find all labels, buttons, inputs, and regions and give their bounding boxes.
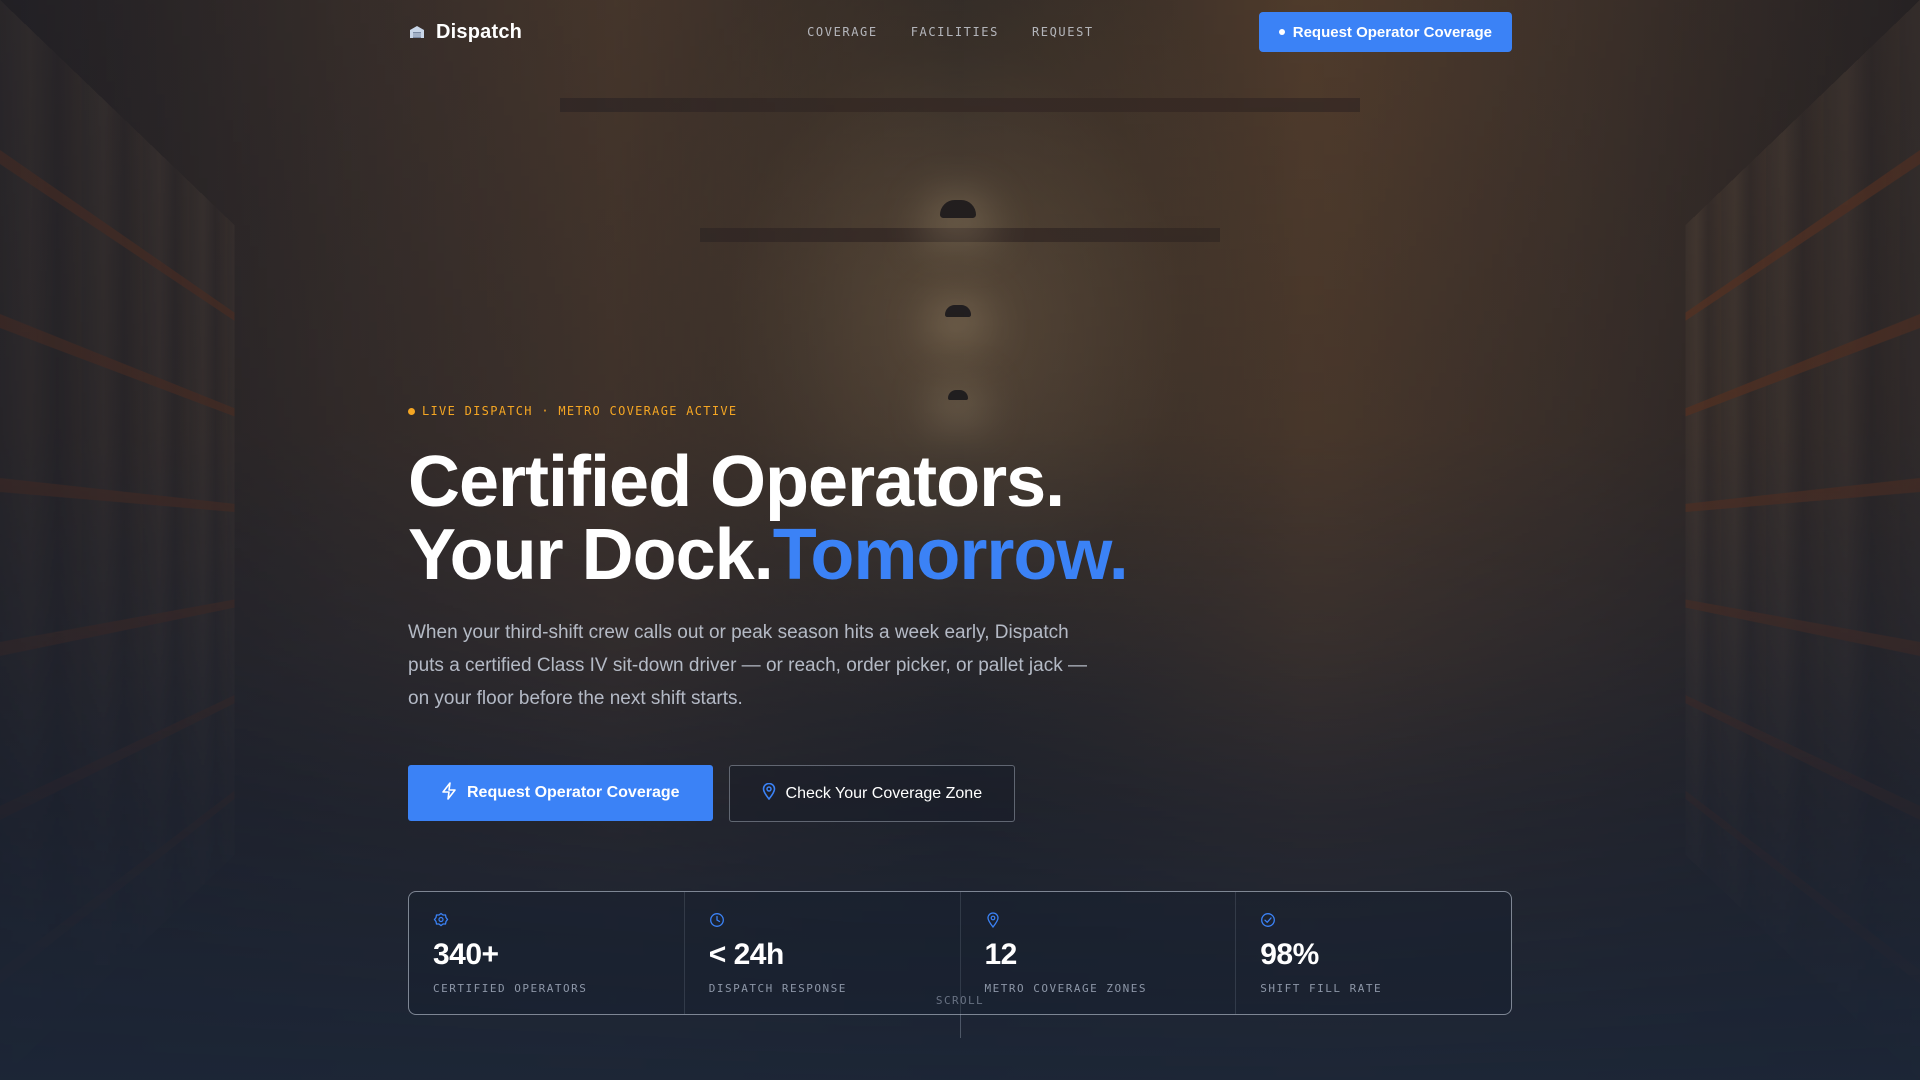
stat-certified-operators: 340+ CERTIFIED OPERATORS	[409, 892, 684, 1014]
warehouse-icon	[408, 23, 426, 41]
stat-label: CERTIFIED OPERATORS	[433, 982, 588, 995]
map-pin-icon	[985, 912, 1001, 929]
nav-link-coverage[interactable]: COVERAGE	[807, 25, 878, 39]
clock-icon	[709, 912, 725, 928]
nav-request-coverage-button[interactable]: Request Operator Coverage	[1258, 12, 1512, 52]
scroll-indicator-label[interactable]: SCROLL	[935, 994, 985, 1007]
brand-name: Dispatch	[436, 20, 523, 43]
stat-value: 340+	[433, 938, 499, 971]
stat-label: METRO COVERAGE ZONES	[984, 982, 1147, 995]
hero-cta-group: Request Operator Coverage Check Your Cov…	[408, 765, 1512, 822]
live-dot-icon	[408, 407, 415, 415]
nav-links: COVERAGE FACILITIES REQUEST	[807, 25, 1094, 39]
stat-label: SHIFT FILL RATE	[1260, 982, 1383, 995]
hero-subheadline: When your third-shift crew calls out or …	[408, 622, 1087, 709]
check-coverage-zone-button[interactable]: Check Your Coverage Zone	[728, 765, 1016, 822]
live-badge: LIVE DISPATCH · METRO COVERAGE ACTIVE	[408, 404, 1512, 418]
hero-headline: Certified Operators. Your Dock.Tomorrow.	[408, 446, 1512, 592]
check-circle-icon	[1260, 912, 1276, 928]
brand[interactable]: Dispatch	[408, 21, 522, 44]
stat-value: < 24h	[708, 938, 785, 971]
hero: LIVE DISPATCH · METRO COVERAGE ACTIVE Ce…	[408, 404, 1512, 822]
request-coverage-label: Request Operator Coverage	[467, 784, 680, 801]
live-badge-text: LIVE DISPATCH · METRO COVERAGE ACTIVE	[422, 404, 738, 418]
scroll-indicator-line	[960, 1014, 961, 1038]
nav-cta-label: Request Operator Coverage	[1292, 23, 1492, 41]
stat-metro-coverage-zones: 12 METRO COVERAGE ZONES	[959, 892, 1236, 1014]
badge-icon	[433, 912, 449, 928]
check-coverage-zone-label: Check Your Coverage Zone	[785, 784, 983, 802]
lightning-icon	[441, 781, 457, 805]
stat-value: 98%	[1260, 938, 1319, 971]
dot-icon	[1278, 29, 1285, 35]
stat-label: DISPATCH RESPONSE	[708, 982, 847, 995]
headline-accent: Tomorrow.	[772, 515, 1129, 595]
nav-link-facilities[interactable]: FACILITIES	[911, 25, 999, 39]
nav-link-request[interactable]: REQUEST	[1032, 25, 1094, 39]
headline-line-1: Certified Operators.	[408, 442, 1065, 522]
stat-shift-fill-rate: 98% SHIFT FILL RATE	[1235, 892, 1511, 1014]
stat-dispatch-response: < 24h DISPATCH RESPONSE	[683, 892, 960, 1014]
request-coverage-button[interactable]: Request Operator Coverage	[408, 765, 713, 821]
map-pin-icon	[762, 782, 776, 805]
headline-line-2: Your Dock.	[408, 515, 774, 595]
top-nav: Dispatch COVERAGE FACILITIES REQUEST Req…	[408, 0, 1512, 64]
stat-value: 12	[984, 938, 1018, 971]
